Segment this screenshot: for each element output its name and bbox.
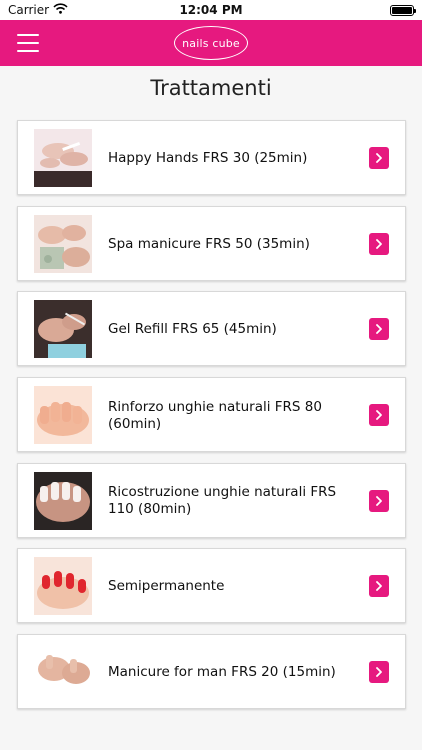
treatments-list: Happy Hands FRS 30 (25min) Spa manicure … <box>17 120 406 720</box>
treatment-item-spa-manicure[interactable]: Spa manicure FRS 50 (35min) <box>17 205 406 281</box>
treatment-item-semipermanente[interactable]: Semipermanente <box>17 548 406 624</box>
treatment-item-manicure-for-man[interactable]: Manicure for man FRS 20 (15min) <box>17 634 406 710</box>
status-time: 12:04 PM <box>179 3 243 17</box>
chevron-right-icon[interactable] <box>369 318 389 341</box>
treatment-label: Spa manicure FRS 50 (35min) <box>108 235 310 252</box>
status-right <box>294 4 416 16</box>
treatment-thumbnail <box>34 643 92 702</box>
treatment-thumbnail <box>34 129 92 187</box>
status-left: Carrier <box>8 3 128 17</box>
carrier-label: Carrier <box>8 3 50 17</box>
chevron-right-icon[interactable] <box>369 575 389 598</box>
chevron-right-icon[interactable] <box>369 404 389 427</box>
treatment-thumbnail <box>34 300 92 359</box>
chevron-right-icon[interactable] <box>369 489 389 512</box>
treatment-label: Semipermanente <box>108 578 225 595</box>
battery-icon <box>390 4 416 16</box>
treatment-thumbnail <box>34 471 92 530</box>
nav-bar: nails cube <box>0 20 422 66</box>
chevron-right-icon[interactable] <box>369 232 389 255</box>
treatment-thumbnail <box>34 214 92 273</box>
treatment-label: Manicure for man FRS 20 (15min) <box>108 664 336 681</box>
treatment-item-ricostruzione[interactable]: Ricostruzione unghie naturali FRS 110 (8… <box>17 462 406 538</box>
nails-cube-logo[interactable]: nails cube <box>174 26 248 60</box>
chevron-right-icon[interactable] <box>369 661 389 684</box>
treatment-item-happy-hands[interactable]: Happy Hands FRS 30 (25min) <box>17 120 406 195</box>
page-title: Trattamenti <box>150 76 272 100</box>
treatment-thumbnail <box>34 557 92 616</box>
treatment-label: Gel Refill FRS 65 (45min) <box>108 321 277 338</box>
chevron-right-icon[interactable] <box>369 147 389 169</box>
treatment-item-gel-refill[interactable]: Gel Refill FRS 65 (45min) <box>17 291 406 367</box>
treatment-label: Rinforzo unghie naturali FRS 80 (60min) <box>108 398 322 432</box>
hamburger-menu-icon[interactable] <box>17 34 41 52</box>
treatment-label: Happy Hands FRS 30 (25min) <box>108 150 308 166</box>
treatment-thumbnail <box>34 386 92 445</box>
wifi-icon <box>53 3 68 17</box>
treatment-item-rinforzo[interactable]: Rinforzo unghie naturali FRS 80 (60min) <box>17 377 406 453</box>
status-bar: Carrier 12:04 PM <box>0 0 422 20</box>
treatment-label: Ricostruzione unghie naturali FRS 110 (8… <box>108 484 337 518</box>
